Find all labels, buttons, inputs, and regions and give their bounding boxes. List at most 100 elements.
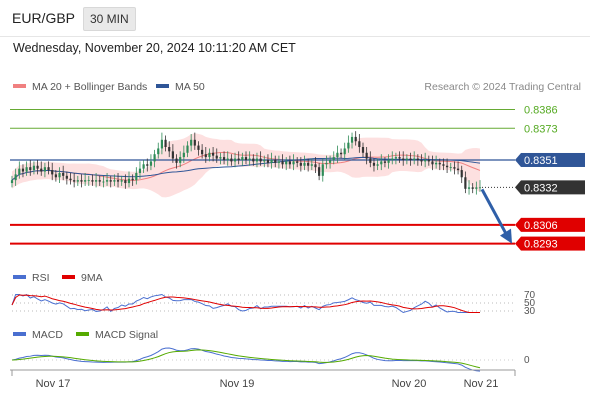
candle-body: [43, 167, 47, 172]
legend-label-9ma: 9MA: [81, 272, 103, 284]
candle-body: [80, 180, 83, 182]
candle-body: [142, 164, 145, 169]
candle-body: [270, 159, 273, 163]
candle-body: [113, 180, 116, 182]
candle-body: [193, 139, 196, 146]
candle-body: [127, 178, 131, 184]
candle-body: [98, 180, 101, 182]
x-tick-nov17: Nov 17: [36, 378, 71, 390]
candle-body: [391, 158, 394, 160]
candle-body: [233, 158, 237, 162]
candle-body: [40, 168, 43, 172]
candle-body: [149, 161, 153, 166]
candle-body: [285, 161, 288, 165]
candle-body: [299, 162, 302, 166]
candle-body: [51, 170, 54, 175]
candle-body: [175, 158, 178, 163]
candle-body: [237, 158, 240, 160]
candle-body: [318, 167, 321, 176]
candle-body: [332, 157, 335, 160]
rsi-line: [11, 293, 480, 314]
candle-body: [435, 162, 438, 165]
level-label-0.8306: 0.8306: [524, 220, 558, 232]
candle-body: [84, 180, 87, 182]
candle-body: [248, 158, 251, 160]
legend-label-rsi: RSI: [32, 272, 50, 284]
candle-body: [62, 172, 65, 176]
candle-body: [153, 154, 156, 162]
candle-body: [116, 180, 120, 182]
candle-body: [157, 148, 160, 155]
candle-body: [131, 178, 134, 181]
candle-body: [94, 180, 98, 182]
candle-body: [266, 159, 270, 163]
candle-body: [456, 168, 460, 171]
candle-body: [387, 159, 390, 163]
price-level-labels: 0.8386 0.8373 0.8351 0.8332 0.8306 0.8293: [515, 105, 585, 251]
candle-body: [182, 152, 185, 158]
candle-body: [398, 157, 401, 159]
legend-swatch-9ma: [62, 275, 75, 279]
candle-body: [442, 164, 445, 166]
level-label-0.8351: 0.8351: [524, 155, 558, 167]
legend-label-macd-signal: MACD Signal: [95, 329, 158, 341]
candle-body: [32, 165, 36, 171]
candle-body: [105, 180, 109, 182]
candle-body: [219, 157, 222, 159]
candle-body: [292, 161, 295, 165]
candle-body: [380, 161, 383, 165]
level-label-0.8332: 0.8332: [524, 182, 558, 194]
level-label-0.8386: 0.8386: [524, 105, 558, 117]
candle-body: [168, 147, 171, 152]
candle-body: [171, 151, 174, 159]
candle-body: [467, 187, 471, 189]
candle-body: [211, 152, 215, 156]
candle-body: [73, 180, 76, 182]
candle-body: [135, 172, 138, 181]
main-legend: MA 20 + Bollinger Bands MA 50: [13, 81, 205, 93]
candle-body: [347, 142, 350, 149]
candle-body: [215, 155, 218, 159]
candle-body: [65, 175, 68, 179]
candle-body: [409, 158, 412, 160]
level-label-0.8373: 0.8373: [524, 123, 558, 135]
candle-body: [244, 157, 248, 160]
candle-body: [252, 158, 255, 162]
candle-body: [402, 158, 405, 160]
candle-body: [464, 177, 467, 189]
price-panel: 0.8386 0.8373 0.8351 0.8332 0.8306 0.8293: [10, 105, 585, 251]
candle-body: [186, 145, 189, 153]
candle-body: [321, 164, 324, 176]
candle-body: [394, 157, 398, 159]
x-axis: Nov 17 Nov 19 Nov 20 Nov 21: [10, 369, 516, 390]
candle-body: [288, 161, 291, 165]
candle-body: [365, 152, 368, 159]
x-tick-nov20: Nov 20: [392, 378, 427, 390]
x-tick-nov19: Nov 19: [220, 378, 255, 390]
candle-body: [230, 158, 233, 162]
candle-body: [201, 149, 204, 155]
candle-body: [263, 159, 266, 162]
legend-swatch-rsi: [13, 275, 26, 279]
macd-zero-label: 0: [524, 355, 530, 366]
rsi-level-30-label: 30: [524, 306, 536, 317]
candle-body: [179, 157, 182, 163]
candle-body: [325, 162, 328, 165]
candle-body: [383, 161, 387, 163]
candle-body: [350, 136, 354, 143]
candle-body: [303, 162, 306, 166]
candle-body: [431, 161, 434, 165]
candle-body: [69, 178, 72, 181]
candle-body: [310, 164, 313, 166]
level-label-0.8293: 0.8293: [524, 239, 558, 251]
candle-body: [160, 139, 164, 149]
candle-body: [14, 174, 17, 181]
chart-canvas: MA 20 + Bollinger Bands MA 50 Research ©…: [10, 81, 585, 390]
candle-body: [87, 180, 90, 181]
forecast-arrow: [480, 188, 512, 244]
candle-body: [120, 180, 123, 182]
macd-panel: MACD MACD Signal 0: [11, 329, 530, 372]
candle-body: [358, 141, 361, 148]
candle-body: [36, 165, 39, 169]
candle-body: [204, 154, 207, 158]
